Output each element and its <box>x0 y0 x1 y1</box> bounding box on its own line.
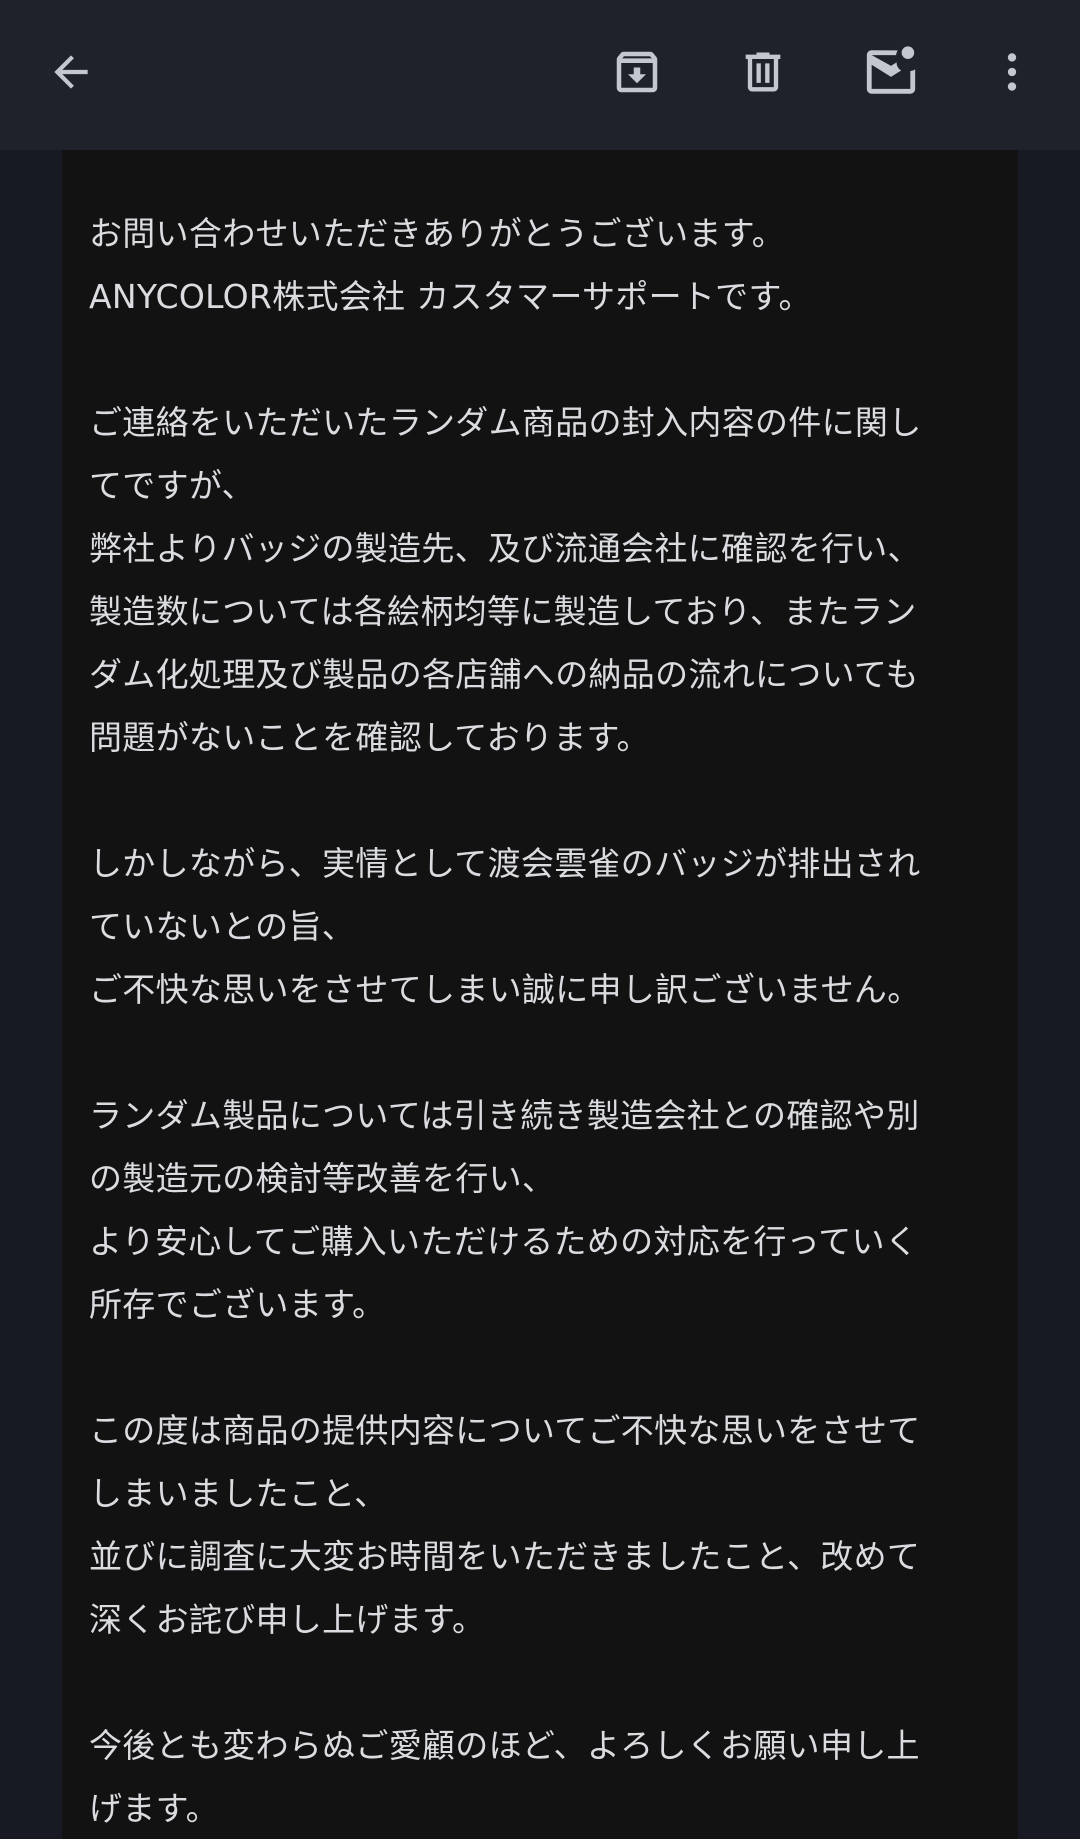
arrow-back-icon <box>54 55 88 89</box>
message-line: 今後とも変わらぬご愛顧のほど、よろしくお願い申し上 <box>89 1726 920 1765</box>
message-line: 製造数については各絵柄均等に製造しており、またラン <box>89 592 917 631</box>
message-line: ANYCOLOR株式会社 カスタマーサポートです。 <box>89 277 812 316</box>
message-line: ていないとの旨、 <box>89 907 356 946</box>
message-line: 所存でございます。 <box>89 1285 386 1324</box>
delete-button[interactable] <box>718 27 808 117</box>
message-line: ランダム製品については引き続き製造会社との確認や別 <box>89 1096 920 1135</box>
message-line: の製造元の検討等改善を行い、 <box>89 1159 556 1198</box>
message-line: 弊社よりバッジの製造先、及び流通会社に確認を行い、 <box>89 529 921 568</box>
message-line: この度は商品の提供内容についてご不快な思いをさせて <box>89 1411 921 1450</box>
message-line: 問題がないことを確認しております。 <box>89 718 650 757</box>
message-line: てですが、 <box>89 466 255 505</box>
message-line: お問い合わせいただきありがとうございます。 <box>89 214 785 253</box>
message-line: ダム化処理及び製品の各店舗への納品の流れについても <box>89 655 919 694</box>
mark-unread-button[interactable] <box>846 27 936 117</box>
archive-icon <box>616 51 658 93</box>
back-button[interactable] <box>26 27 116 117</box>
message-line: より安心してご購入いただけるための対応を行っていく <box>89 1222 919 1261</box>
message-body: お問い合わせいただきありがとうございます。 ANYCOLOR株式会社 カスタマーサ… <box>62 150 1018 1839</box>
message-line: 深くお詫び申し上げます。 <box>89 1600 486 1639</box>
more-vert-icon <box>1007 53 1017 91</box>
top-app-bar <box>0 0 1080 150</box>
message-line: ご連絡をいただいたランダム商品の封入内容の件に関し <box>89 403 922 442</box>
more-options-button[interactable] <box>967 27 1057 117</box>
archive-button[interactable] <box>592 27 682 117</box>
message-line: しかしながら、実情として渡会雲雀のバッジが排出され <box>89 844 921 883</box>
message-line: げます。 <box>89 1789 219 1828</box>
message-line: ご不快な思いをさせてしまい誠に申し訳ございません。 <box>89 970 921 1009</box>
trash-icon <box>745 52 781 92</box>
mail-unread-icon <box>866 46 916 94</box>
message-line: 並びに調査に大変お時間をいただきましたこと、改めて <box>89 1537 921 1576</box>
message-line: しまいましたこと、 <box>89 1474 388 1513</box>
